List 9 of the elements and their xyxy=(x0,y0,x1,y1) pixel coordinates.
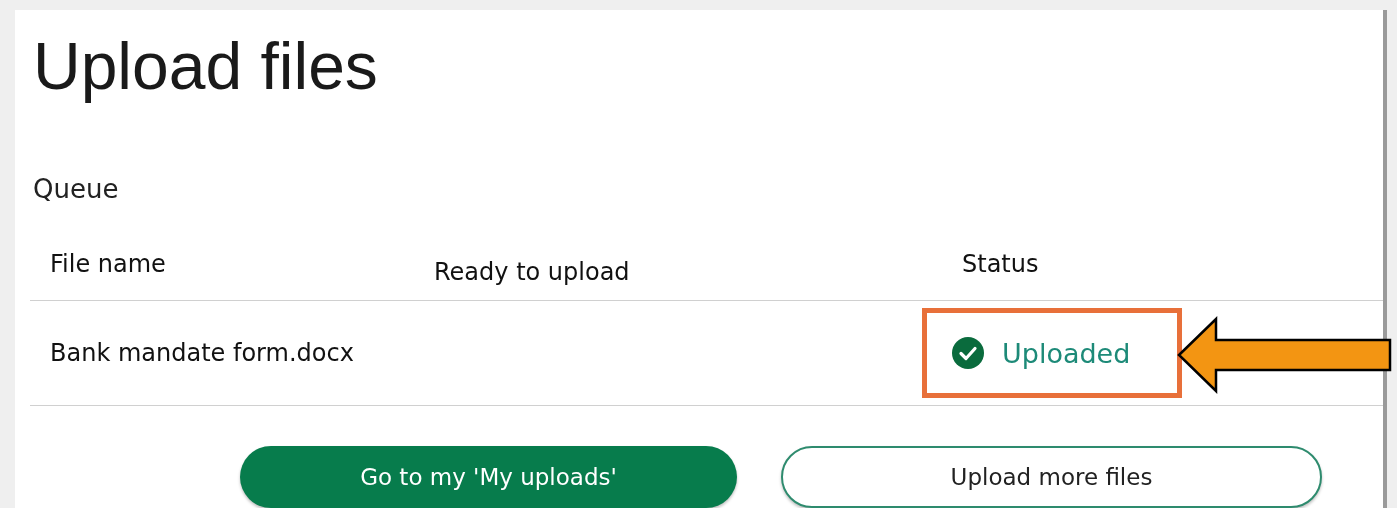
file-name: Bank mandate form.docx xyxy=(49,339,355,367)
column-header: Status xyxy=(961,250,1040,280)
column-header: Ready to upload xyxy=(434,258,631,288)
go-to-uploads-button[interactable]: Go to my 'My uploads' xyxy=(240,446,737,508)
page-title: Upload files xyxy=(32,28,379,105)
status-text: Uploaded xyxy=(1002,337,1131,369)
section-heading: Queue xyxy=(32,173,120,206)
column-header: File name xyxy=(49,250,167,280)
upload-more-button[interactable]: Upload more files xyxy=(781,446,1322,508)
